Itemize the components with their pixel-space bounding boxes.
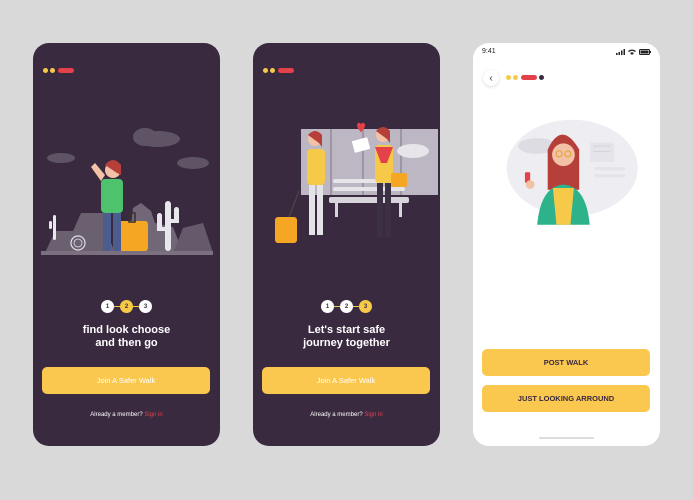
status-icons bbox=[616, 48, 651, 55]
just-looking-button[interactable]: JUST LOOKING ARROUND bbox=[482, 385, 650, 412]
choice-screen: 9:41 ‹ POST WALK JUST LOOKING ARROUND bbox=[473, 43, 660, 446]
progress-dot bbox=[513, 75, 518, 80]
member-text: Already a member? bbox=[90, 412, 143, 418]
step-1: 1 bbox=[321, 300, 334, 313]
step-indicator: 1 2 3 bbox=[33, 300, 220, 313]
battery-icon bbox=[639, 48, 651, 55]
step-1: 1 bbox=[101, 300, 114, 313]
back-button[interactable]: ‹ bbox=[483, 70, 499, 86]
step-3-active: 3 bbox=[359, 300, 372, 313]
status-time: 9:41 bbox=[482, 48, 496, 55]
progress-dot bbox=[50, 68, 55, 73]
progress-dot bbox=[43, 68, 48, 73]
progress-dot bbox=[263, 68, 268, 73]
signal-icon bbox=[616, 48, 625, 55]
headline-line-2: and then go bbox=[95, 337, 158, 349]
station-friends-illustration bbox=[275, 122, 438, 243]
post-walk-button[interactable]: POST WALK bbox=[482, 349, 650, 376]
headline-line-1: Let's start safe bbox=[307, 324, 386, 336]
headline-line-1: find look choose bbox=[82, 324, 171, 336]
progress-pill bbox=[278, 68, 294, 73]
chevron-left-icon: ‹ bbox=[489, 72, 493, 84]
progress-dots bbox=[263, 68, 294, 73]
member-text: Already a member? bbox=[310, 412, 363, 418]
signin-link[interactable]: Sign in bbox=[364, 412, 382, 418]
progress-dots bbox=[43, 68, 74, 73]
home-indicator bbox=[539, 437, 594, 439]
progress-pill bbox=[521, 75, 537, 80]
step-3: 3 bbox=[139, 300, 152, 313]
member-prompt: Already a member? Sign in bbox=[33, 412, 220, 418]
woman-phone-illustration bbox=[506, 119, 638, 225]
signin-link[interactable]: Sign in bbox=[144, 412, 162, 418]
onboarding-screen-2: 1 2 3 Let's start safe journey together … bbox=[253, 43, 440, 446]
progress-dot bbox=[539, 75, 544, 80]
join-button[interactable]: Join A Safer Walk bbox=[262, 367, 430, 394]
progress-dot bbox=[506, 75, 511, 80]
progress-dot bbox=[270, 68, 275, 73]
headline-line-2: journey together bbox=[303, 337, 390, 349]
progress-pill bbox=[58, 68, 74, 73]
headline: find look choose and then go bbox=[33, 324, 220, 350]
wifi-icon bbox=[628, 49, 636, 55]
headline: Let's start safe journey together bbox=[253, 324, 440, 350]
step-2: 2 bbox=[340, 300, 353, 313]
step-2-active: 2 bbox=[120, 300, 133, 313]
step-indicator: 1 2 3 bbox=[253, 300, 440, 313]
progress-dots bbox=[506, 75, 544, 80]
desert-traveler-illustration bbox=[41, 128, 213, 255]
join-button[interactable]: Join A Safer Walk bbox=[42, 367, 210, 394]
onboarding-screen-1: 1 2 3 find look choose and then go Join … bbox=[33, 43, 220, 446]
status-bar: 9:41 bbox=[482, 48, 651, 55]
member-prompt: Already a member? Sign in bbox=[253, 412, 440, 418]
